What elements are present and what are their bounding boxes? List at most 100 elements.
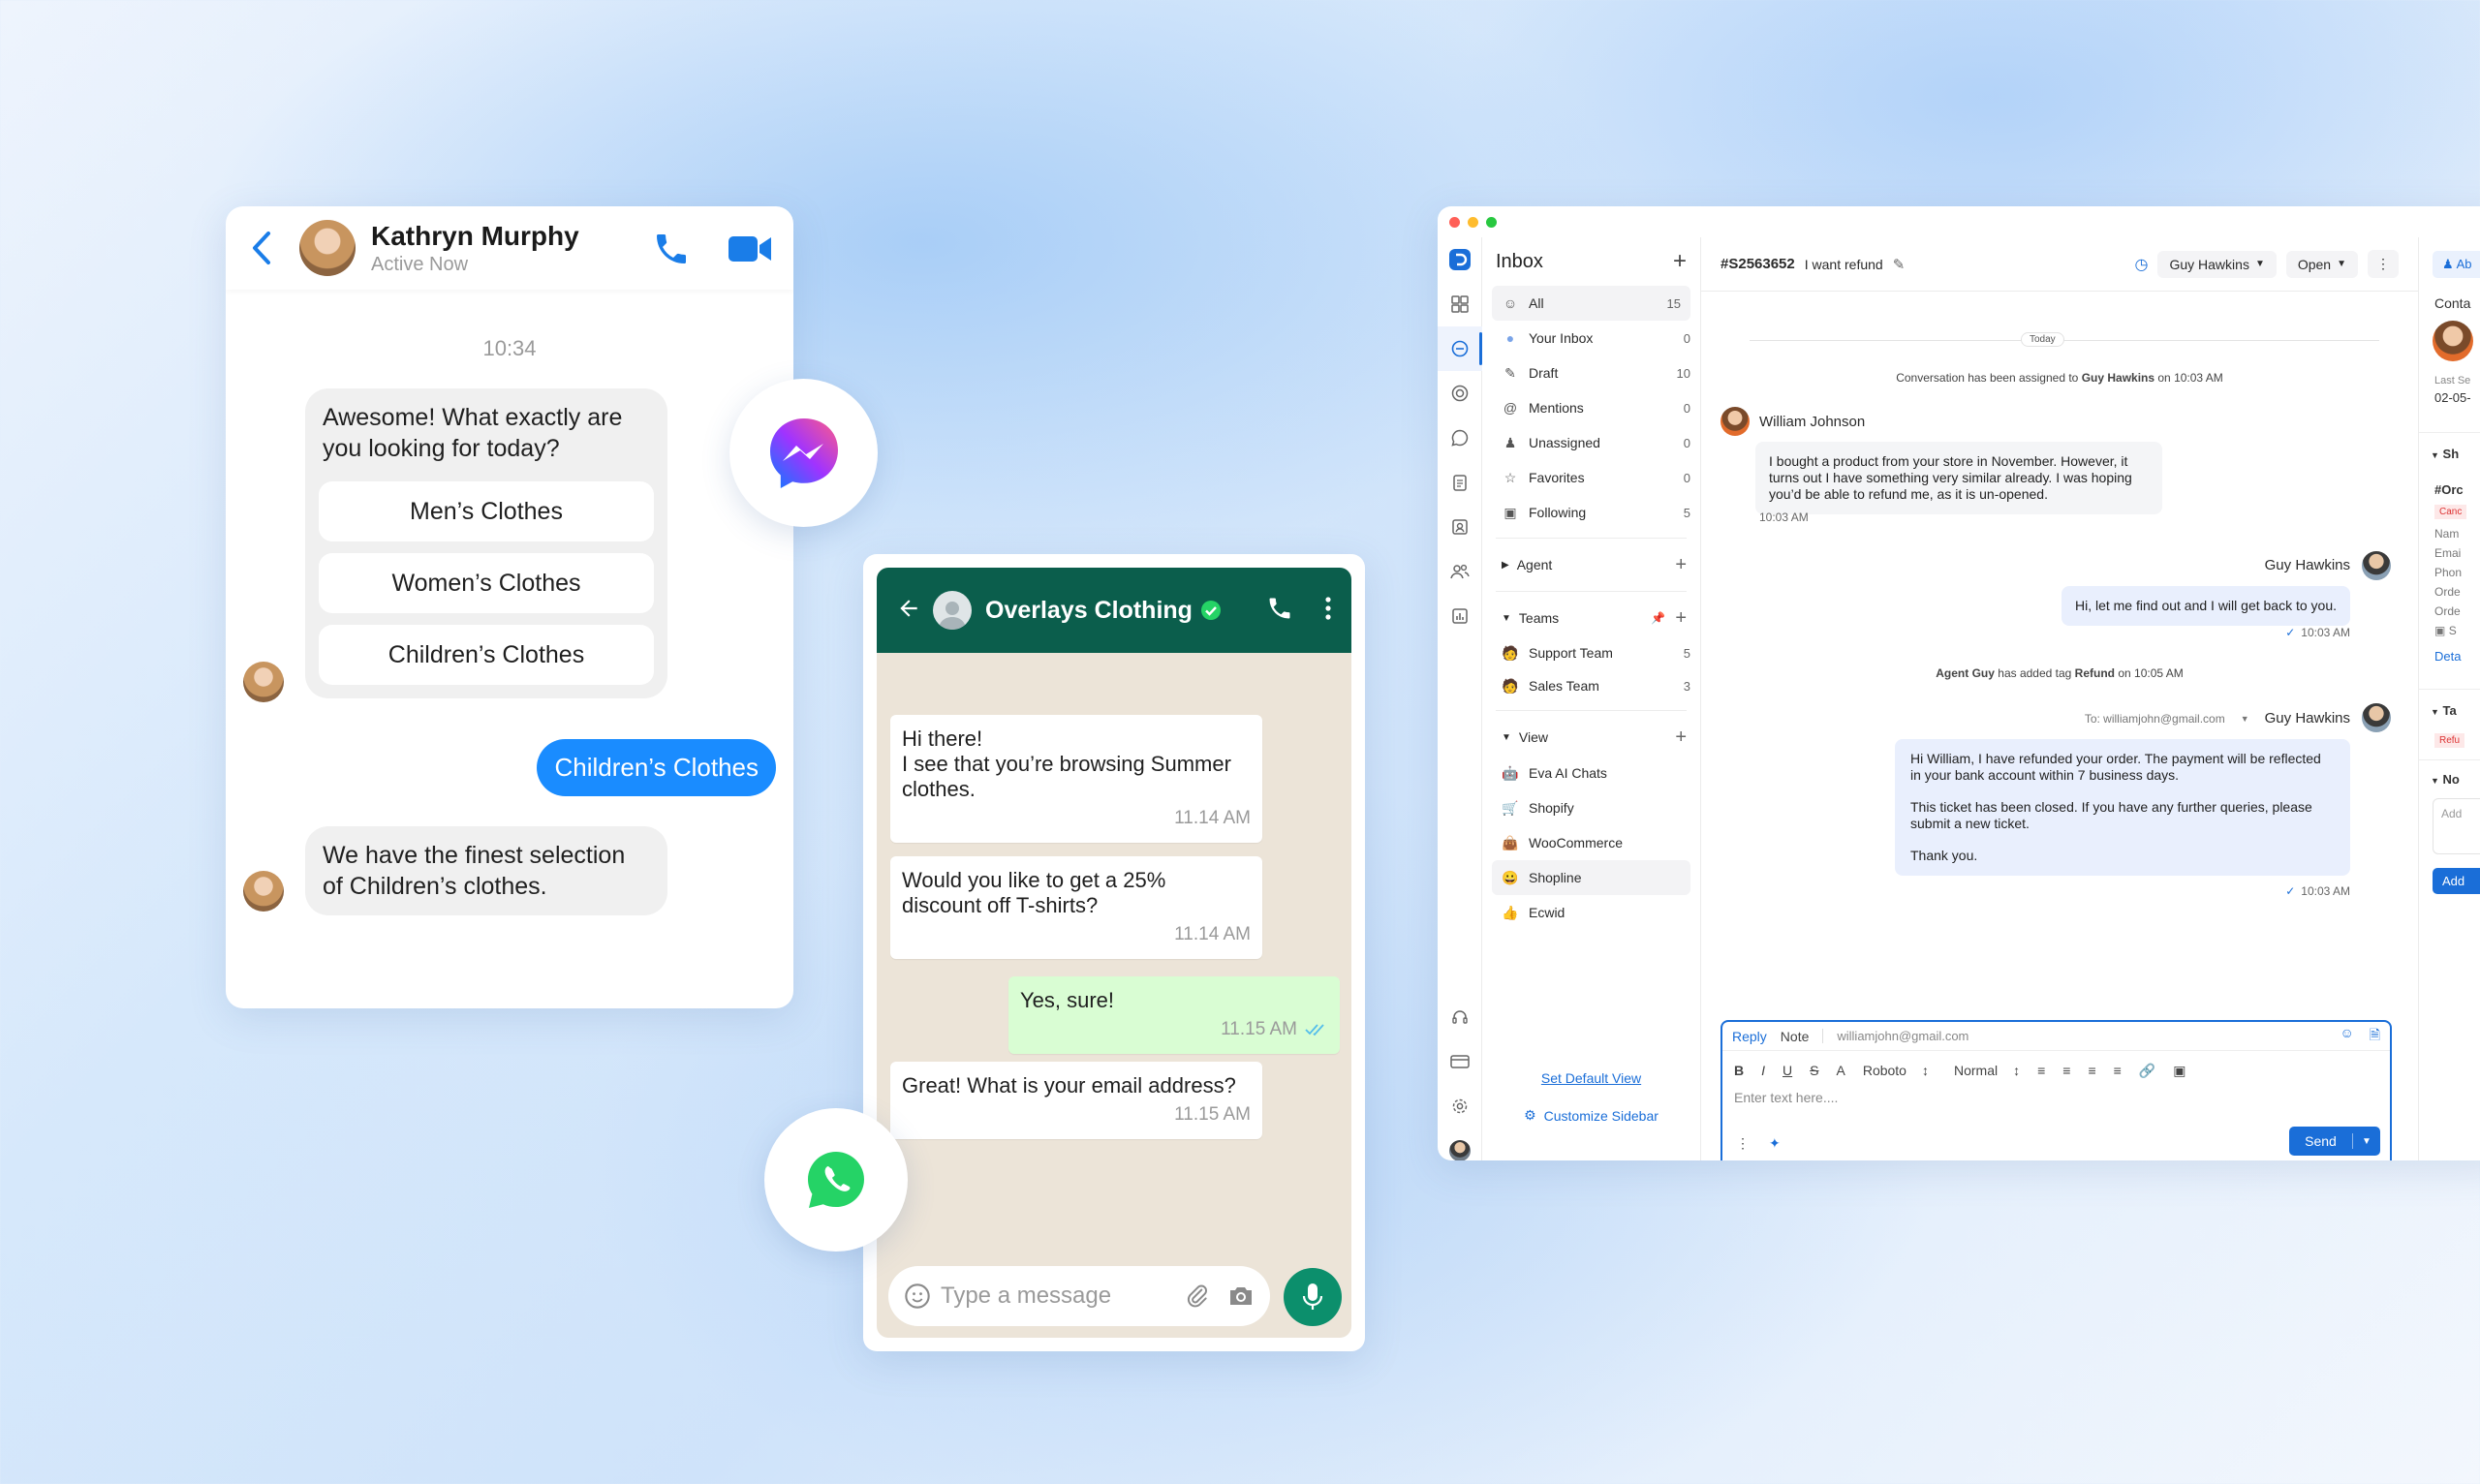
- microphone-button[interactable]: [1284, 1268, 1342, 1326]
- sidebar-team-support[interactable]: 🧑 Support Team 5: [1482, 636, 1700, 669]
- rail-inbox[interactable]: [1438, 326, 1482, 371]
- video-call-button[interactable]: [728, 232, 772, 270]
- rail-tasks[interactable]: [1438, 460, 1482, 505]
- order-details-link[interactable]: Deta: [2434, 649, 2480, 664]
- rail-reports[interactable]: [1438, 594, 1482, 638]
- sidebar-team-sales[interactable]: 🧑 Sales Team 3: [1482, 669, 1700, 702]
- note-input[interactable]: Add: [2433, 798, 2480, 854]
- set-default-view-link[interactable]: Set Default View: [1482, 1070, 1700, 1086]
- minimize-window-button[interactable]: [1468, 216, 1478, 228]
- caret-down-icon[interactable]: ▼: [2353, 1136, 2380, 1147]
- section-toggle[interactable]: ▼ Ta: [2431, 703, 2480, 718]
- ai-sparkle-icon[interactable]: ✦: [1769, 1135, 1781, 1152]
- option-womens-clothes[interactable]: Women’s Clothes: [319, 553, 654, 613]
- ticket-subject: I want refund: [1804, 256, 1883, 272]
- add-note-button[interactable]: Add: [2433, 868, 2480, 894]
- more-options-button[interactable]: [1324, 596, 1332, 626]
- sidebar-item-mentions[interactable]: @ Mentions 0: [1482, 390, 1700, 425]
- agent-name: Guy Hawkins: [2264, 710, 2350, 727]
- add-team-button[interactable]: +: [1675, 607, 1687, 630]
- add-view-button[interactable]: +: [1675, 727, 1687, 749]
- underline-button[interactable]: U: [1782, 1063, 1792, 1078]
- sidebar-view-item[interactable]: 👜 WooCommerce: [1482, 825, 1700, 860]
- sidebar-item-following[interactable]: ▣ Following 5: [1482, 495, 1700, 530]
- call-button[interactable]: [1266, 595, 1293, 627]
- rail-team[interactable]: [1438, 549, 1482, 594]
- tab-note[interactable]: Note: [1781, 1029, 1810, 1044]
- edit-subject-icon[interactable]: ✎: [1893, 256, 1906, 273]
- bullet-list-button[interactable]: ≡: [2062, 1063, 2070, 1078]
- message-time-row: 11.15 AM: [1020, 1017, 1328, 1042]
- add-inbox-button[interactable]: +: [1673, 248, 1687, 275]
- sidebar-item-draft[interactable]: ✎ Draft 10: [1482, 356, 1700, 390]
- rail-dashboard[interactable]: [1438, 282, 1482, 326]
- font-value: Roboto: [1862, 1063, 1906, 1078]
- conversation-panel: #S2563652 I want refund ✎ ◷ Guy Hawkins ▼…: [1701, 237, 2418, 1160]
- sidebar-group-view[interactable]: ▼ View +: [1482, 719, 1700, 756]
- attachment-icon[interactable]: 🗎: [2370, 1025, 2380, 1048]
- sidebar-group-teams[interactable]: ▼ Teams 📌 +: [1482, 600, 1700, 636]
- add-agent-button[interactable]: +: [1675, 554, 1687, 576]
- emoji-icon[interactable]: ☺: [2340, 1025, 2353, 1048]
- image-button[interactable]: ▣: [2173, 1063, 2186, 1079]
- sidebar-item-your-inbox[interactable]: ● Your Inbox 0: [1482, 321, 1700, 356]
- back-button[interactable]: [249, 229, 274, 267]
- send-button[interactable]: Send ▼: [2289, 1127, 2380, 1156]
- pin-icon[interactable]: 📌: [1651, 611, 1665, 625]
- customize-sidebar-button[interactable]: ⚙ Customize Sidebar: [1482, 1107, 1700, 1124]
- maximize-window-button[interactable]: [1486, 216, 1497, 228]
- app-logo[interactable]: [1438, 237, 1482, 282]
- about-tab[interactable]: ♟ Ab: [2433, 251, 2480, 278]
- timer-icon[interactable]: ◷: [2135, 255, 2149, 274]
- size-select[interactable]: Normal ↕: [1954, 1063, 2020, 1078]
- to-email: To: williamjohn@gmail.com: [2084, 711, 2225, 726]
- camera-icon[interactable]: [1227, 1283, 1255, 1309]
- close-window-button[interactable]: [1449, 216, 1460, 228]
- sidebar-item-all[interactable]: ☺ All 15: [1492, 286, 1690, 321]
- sidebar-view-item[interactable]: 🤖 Eva AI Chats: [1482, 756, 1700, 790]
- rail-profile[interactable]: [1438, 1128, 1482, 1160]
- message-input[interactable]: Type a message: [888, 1266, 1270, 1326]
- rail-settings[interactable]: [1438, 1084, 1482, 1128]
- rail-whatsapp[interactable]: [1438, 416, 1482, 460]
- bold-button[interactable]: B: [1734, 1063, 1744, 1078]
- sidebar-item-favorites[interactable]: ☆ Favorites 0: [1482, 460, 1700, 495]
- section-toggle[interactable]: ▼ No: [2431, 772, 2480, 787]
- font-select[interactable]: Roboto ↕: [1863, 1063, 1929, 1078]
- check-icon: ✓: [2285, 884, 2296, 898]
- more-actions-button[interactable]: ⋮: [2368, 250, 2399, 278]
- section-toggle[interactable]: ▼ Sh: [2431, 447, 2480, 461]
- sidebar-view-item[interactable]: 🛒 Shopify: [1482, 790, 1700, 825]
- outdent-button[interactable]: ≡: [2088, 1063, 2095, 1078]
- ordered-list-button[interactable]: ≡: [2037, 1063, 2045, 1078]
- status-dropdown[interactable]: Open ▼: [2285, 250, 2358, 278]
- sidebar-view-item-selected[interactable]: 😀 Shopline: [1492, 860, 1690, 895]
- more-options-icon[interactable]: ⋮: [1736, 1135, 1750, 1152]
- tab-reply[interactable]: Reply: [1732, 1029, 1767, 1044]
- sidebar-view-item[interactable]: 👍 Ecwid: [1482, 895, 1700, 930]
- rail-contacts[interactable]: [1438, 505, 1482, 549]
- strikethrough-button[interactable]: S: [1810, 1063, 1818, 1078]
- composer-text-input[interactable]: Enter text here....: [1722, 1090, 2390, 1123]
- sidebar-group-agent[interactable]: ▶ Agent +: [1482, 546, 1700, 583]
- indent-button[interactable]: ≡: [2114, 1063, 2122, 1078]
- caret-down-icon[interactable]: ▼: [2241, 714, 2249, 724]
- italic-button[interactable]: I: [1761, 1063, 1765, 1078]
- section-label: No: [2442, 772, 2460, 787]
- rail-support[interactable]: [1438, 995, 1482, 1039]
- group-label: Teams: [1518, 610, 1560, 626]
- back-button[interactable]: [896, 596, 921, 626]
- paperclip-icon[interactable]: [1185, 1283, 1210, 1309]
- rail-billing[interactable]: [1438, 1039, 1482, 1084]
- link-button[interactable]: 🔗: [2139, 1063, 2155, 1079]
- option-childrens-clothes[interactable]: Children’s Clothes: [319, 625, 654, 685]
- whatsapp-message: Would you like to get a 25% discount off…: [890, 856, 1262, 959]
- tag-chip[interactable]: Refu: [2434, 733, 2465, 748]
- option-mens-clothes[interactable]: Men’s Clothes: [319, 481, 654, 541]
- text-color-button[interactable]: A: [1836, 1063, 1844, 1078]
- caret-down-icon: ▼: [2431, 776, 2439, 786]
- assignee-dropdown[interactable]: Guy Hawkins ▼: [2157, 250, 2277, 278]
- phone-call-button[interactable]: [652, 230, 691, 273]
- rail-ai[interactable]: [1438, 371, 1482, 416]
- sidebar-item-unassigned[interactable]: ♟ Unassigned 0: [1482, 425, 1700, 460]
